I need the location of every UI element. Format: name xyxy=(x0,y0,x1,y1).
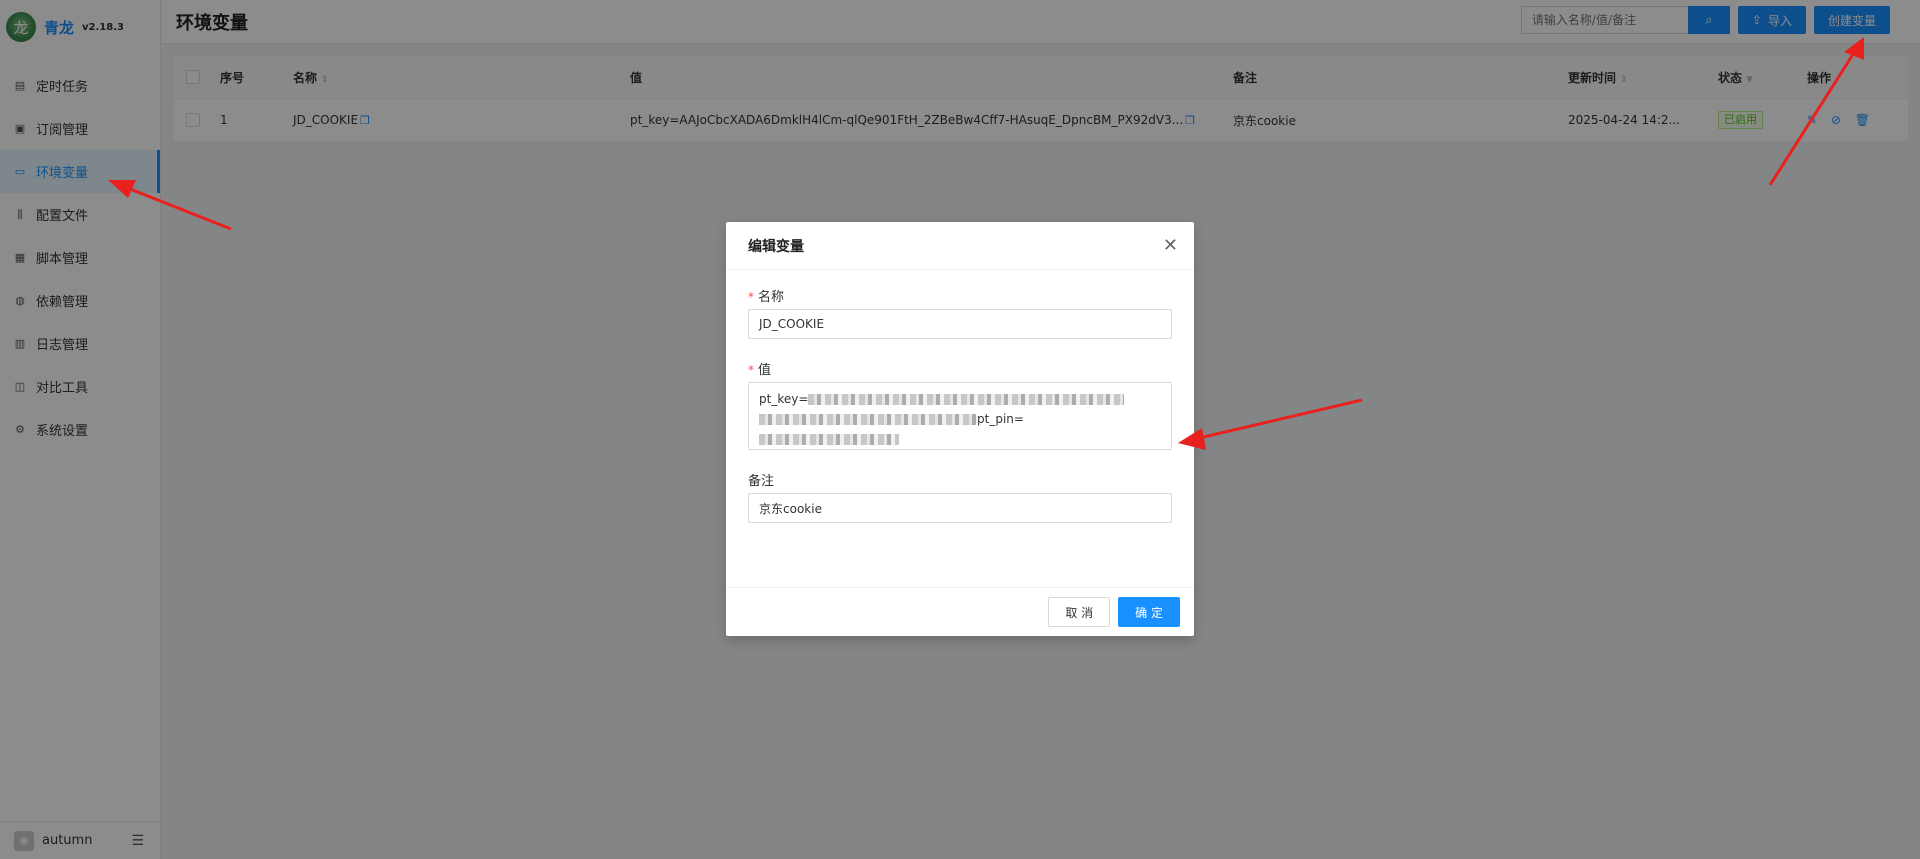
modal-footer: 取 消 确 定 xyxy=(726,587,1194,636)
close-icon[interactable]: ✕ xyxy=(1163,235,1178,256)
redacted-value-blur xyxy=(759,434,899,445)
value-label: * 值 xyxy=(748,359,1172,378)
name-label: * 名称 xyxy=(748,286,1172,305)
name-label-text: 名称 xyxy=(758,290,785,305)
modal-title: 编辑变量 xyxy=(748,238,804,255)
confirm-button[interactable]: 确 定 xyxy=(1118,597,1180,627)
value-pt-key-prefix: pt_key= xyxy=(759,392,809,406)
required-mark: * xyxy=(748,363,754,377)
cancel-button[interactable]: 取 消 xyxy=(1048,597,1111,627)
redacted-value-blur xyxy=(808,394,1125,405)
value-label-text: 值 xyxy=(758,363,772,378)
edit-variable-modal: 编辑变量 ✕ * 名称 JD_COOKIE * 值 pt_key= pt_pin= … xyxy=(726,222,1194,636)
form-item-value: * 值 pt_key= pt_pin= xyxy=(748,359,1172,450)
modal-header: 编辑变量 ✕ xyxy=(726,222,1194,270)
value-pt-pin-prefix: pt_pin= xyxy=(977,412,1024,426)
required-mark: * xyxy=(748,290,754,304)
remark-label: 备注 xyxy=(748,474,775,489)
remark-field[interactable]: 京东cookie xyxy=(748,493,1172,523)
value-textarea[interactable]: pt_key= pt_pin= xyxy=(748,382,1172,450)
modal-body: * 名称 JD_COOKIE * 值 pt_key= pt_pin= 备注 京东co… xyxy=(726,270,1194,523)
redacted-value-blur xyxy=(759,414,977,425)
name-field[interactable]: JD_COOKIE xyxy=(748,309,1172,339)
form-item-name: * 名称 JD_COOKIE xyxy=(748,286,1172,339)
form-item-remark: 备注 京东cookie xyxy=(748,470,1172,523)
